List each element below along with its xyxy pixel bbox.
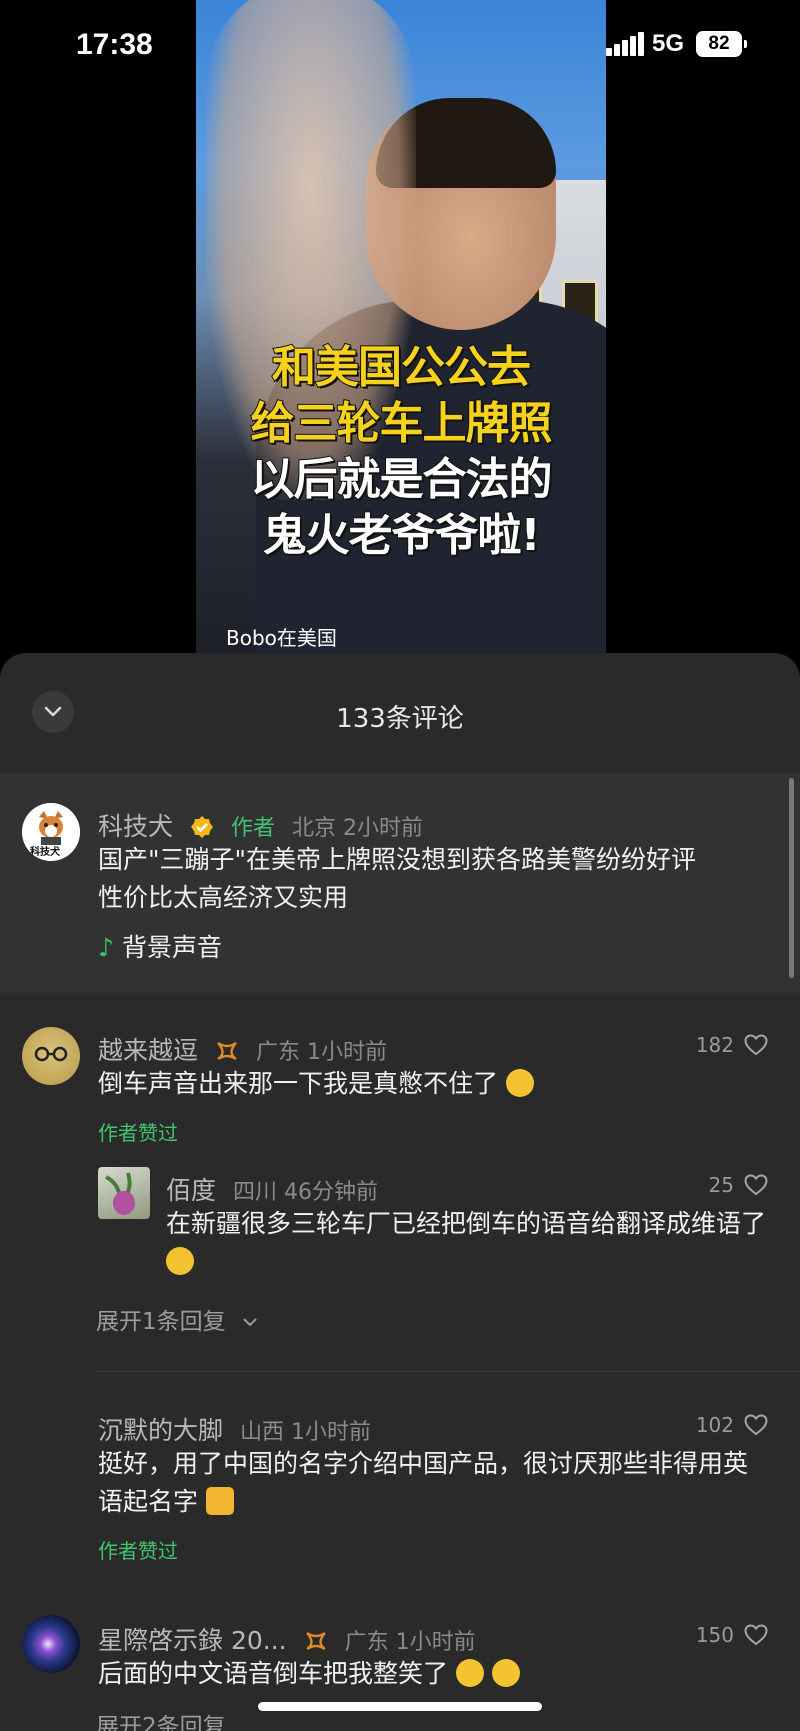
status-time: 17:38 (76, 28, 153, 61)
author-liked-label: 作者赞过 (98, 1121, 178, 1145)
comments-sheet: 133条评论 科技犬 科技犬 作者 北京 2小时前 国产"三蹦子"在美帝上牌照没… (0, 653, 800, 1731)
comment-text: 国产"三蹦子"在美帝上牌照没想到获各路美警纷纷好评性价比太高经济又实用 (98, 845, 697, 912)
laughing-crying-emoji-icon (491, 1659, 520, 1687)
like-count: 182 (695, 1033, 734, 1057)
like-button[interactable]: 102 (696, 1413, 768, 1437)
comment-header: 越来越逗 广东 1小时前 (98, 1031, 387, 1067)
author-tag: 作者 (231, 816, 276, 841)
comment-count-title: 133条评论 (336, 704, 464, 734)
like-button[interactable]: 25 (709, 1173, 768, 1197)
music-label: 背景声音 (121, 933, 222, 962)
glasses-face-icon (34, 1046, 68, 1062)
laughing-crying-emoji-icon (166, 1247, 194, 1275)
heart-icon (744, 1034, 768, 1056)
comment-header: 星際啓示錄 20... 广东 1小时前 (98, 1621, 476, 1657)
video-watermark: Bobo在美国 (226, 626, 337, 650)
comment-text: 后面的中文语音倒车把我整笑了 (98, 1655, 738, 1693)
laughing-crying-emoji-icon (505, 1069, 534, 1097)
like-button[interactable]: 182 (696, 1033, 768, 1057)
like-button[interactable]: 150 (696, 1623, 768, 1647)
like-count: 25 (708, 1173, 734, 1197)
comment-meta: 北京 2小时前 (292, 816, 424, 841)
scrollbar[interactable] (789, 778, 794, 978)
caption-line-4: 鬼火老爷爷啦! (261, 509, 541, 562)
video-player[interactable]: 和美国公公去 给三轮车上牌照 以后就是合法的 鬼火老爷爷啦! Bobo在美国 (196, 0, 606, 660)
commenter-name[interactable]: 越来越逗 (98, 1036, 198, 1065)
caption-line-3: 以后就是合法的 (250, 453, 554, 506)
comment-meta: 山西 1小时前 (240, 1420, 372, 1445)
reply-header: 佰度 四川 46分钟前 (166, 1171, 378, 1207)
laughing-crying-emoji-icon (455, 1659, 484, 1687)
sheet-header: 133条评论 (0, 653, 800, 773)
caption-line-2: 给三轮车上牌照 (250, 397, 554, 450)
comment-header: 沉默的大脚 山西 1小时前 (98, 1411, 371, 1447)
network-type: 5G (652, 30, 685, 57)
comment-text: 挺好，用了中国的名字介绍中国产品，很讨厌那些非得用英语起名字 (98, 1445, 758, 1521)
comment-text-body: 倒车声音出来那一下我是真憋不住了 (98, 1069, 499, 1098)
reply-text: 在新疆很多三轮车厂已经把倒车的语音给翻译成维语了 (166, 1205, 776, 1281)
comment-text-body: 挺好，用了中国的名字介绍中国产品，很讨厌那些非得用英语起名字 (98, 1449, 749, 1516)
avatar[interactable] (22, 1027, 80, 1085)
comment-item[interactable]: 越来越逗 广东 1小时前 182 倒车声音出来那一下我是真憋不住了 作者赞过 佰… (0, 1017, 800, 1335)
video-caption: 和美国公公去 给三轮车上牌照 以后就是合法的 鬼火老爷爷啦! (196, 340, 606, 564)
heart-icon (744, 1174, 768, 1196)
flower-icon (105, 1172, 135, 1215)
comment-item[interactable]: 星際啓示錄 20... 广东 1小时前 150 后面的中文语音倒车把我整笑了 展… (0, 1607, 800, 1731)
commenter-name[interactable]: 科技犬 (98, 812, 173, 841)
like-count: 150 (695, 1623, 734, 1647)
heart-icon (744, 1414, 768, 1436)
comment-item[interactable]: 沉默的大脚 山西 1小时前 102 挺好，用了中国的名字介绍中国产品，很讨厌那些… (0, 1397, 800, 1563)
expand-replies-button[interactable]: 展开1条回复 (96, 1302, 259, 1336)
comment-text: 倒车声音出来那一下我是真憋不住了 (98, 1065, 658, 1103)
commenter-name[interactable]: 沉默的大脚 (98, 1416, 223, 1445)
avatar[interactable] (98, 1167, 150, 1219)
status-bar: 17:38 5G 82 (0, 0, 800, 90)
heart-icon (744, 1624, 768, 1646)
reply-text-body: 在新疆很多三轮车厂已经把倒车的语音给翻译成维语了 (166, 1209, 767, 1238)
battery-icon: 82 (696, 31, 747, 57)
avatar[interactable]: 科技犬 (22, 803, 80, 861)
comment-text-body: 后面的中文语音倒车把我整笑了 (98, 1659, 449, 1688)
pinned-comment[interactable]: 科技犬 科技犬 作者 北京 2小时前 国产"三蹦子"在美帝上牌照没想到获各路美警… (0, 773, 800, 993)
comment-meta: 广东 1小时前 (344, 1630, 476, 1655)
divider (96, 1371, 800, 1372)
caption-line-1: 和美国公公去 (271, 341, 532, 394)
expand-replies-button[interactable]: 展开2条回复 (96, 1707, 226, 1731)
avatar[interactable] (22, 1615, 80, 1673)
commenter-name[interactable]: 星際啓示錄 20... (98, 1626, 287, 1655)
comment-meta: 四川 46分钟前 (233, 1180, 379, 1205)
background-sound-link[interactable]: ♪ 背景声音 (98, 928, 222, 964)
comment-meta: 广东 1小时前 (256, 1040, 388, 1065)
chevron-down-icon (243, 1318, 257, 1327)
music-note-icon: ♪ (98, 933, 114, 962)
home-indicator[interactable] (258, 1702, 542, 1711)
fan-badge-icon (305, 1631, 326, 1651)
like-count: 102 (695, 1413, 734, 1437)
thumbs-up-emoji-icon (205, 1487, 234, 1515)
comment-header: 科技犬 作者 北京 2小时前 (98, 807, 423, 843)
signal-icon (606, 32, 644, 56)
expand-replies-label: 展开1条回复 (96, 1309, 226, 1335)
author-liked-label: 作者赞过 (98, 1539, 178, 1563)
expand-replies-label: 展开2条回复 (96, 1714, 226, 1731)
verified-badge-icon (191, 816, 214, 838)
commenter-name[interactable]: 佰度 (166, 1176, 216, 1205)
fan-badge-icon (217, 1041, 237, 1061)
avatar-text: 科技犬 (30, 847, 60, 858)
